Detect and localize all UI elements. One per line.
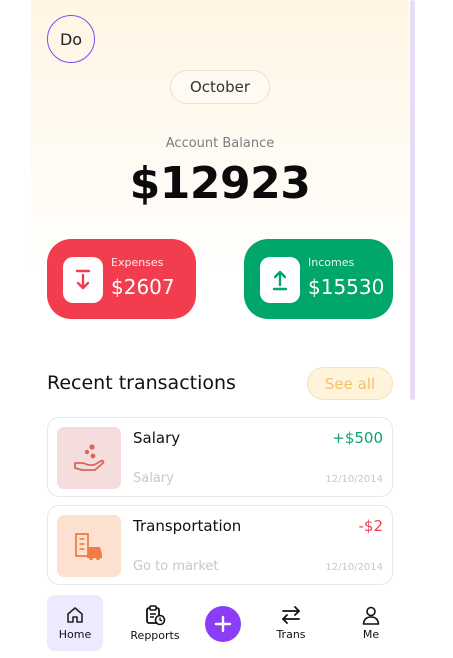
transaction-amount: +$500: [332, 429, 383, 447]
transaction-title: Transportation: [133, 517, 242, 535]
plus-icon: [214, 615, 232, 633]
arrow-up-icon: [260, 257, 300, 303]
expenses-label: Expenses: [111, 256, 164, 269]
scrollbar[interactable]: [410, 0, 415, 400]
avatar[interactable]: Do: [47, 15, 95, 63]
transaction-item[interactable]: Salary Salary +$500 12/10/2014: [47, 417, 393, 497]
incomes-card[interactable]: Incomes $15530: [244, 239, 393, 319]
expenses-value: $2607: [111, 275, 175, 299]
balance-value: $12923: [129, 158, 311, 209]
transaction-date: 12/10/2014: [325, 562, 383, 573]
incomes-label: Incomes: [308, 256, 355, 269]
bottom-tab-bar: Home Repports Trans Me: [31, 586, 409, 658]
see-all-label: See all: [324, 374, 376, 393]
transaction-subtitle: Salary: [133, 471, 174, 486]
incomes-value: $15530: [308, 275, 385, 299]
transaction-date: 12/10/2014: [325, 474, 383, 485]
month-label: October: [189, 78, 251, 96]
recent-transactions-title: Recent transactions: [47, 372, 236, 394]
tab-repports-label: Repports: [130, 629, 180, 642]
arrow-down-icon: [63, 257, 103, 303]
app-screen: Do October Account Balance $12923 Expens…: [31, 0, 409, 658]
add-transaction-button[interactable]: [205, 606, 241, 642]
swap-arrows-icon: [282, 606, 300, 624]
tab-me[interactable]: Me: [343, 595, 399, 651]
transaction-amount: -$2: [358, 517, 384, 535]
avatar-initials: Do: [59, 29, 83, 49]
tab-trans[interactable]: Trans: [263, 595, 319, 651]
car-building-icon: [57, 515, 121, 577]
tab-me-label: Me: [362, 628, 380, 641]
clipboard-clock-icon: [146, 605, 166, 626]
tab-trans-label: Trans: [276, 628, 306, 641]
expenses-card[interactable]: Expenses $2607: [47, 239, 196, 319]
tab-home[interactable]: Home: [47, 595, 103, 651]
user-icon: [362, 606, 380, 625]
hand-coins-icon: [57, 427, 121, 489]
transaction-subtitle: Go to market: [133, 559, 219, 574]
month-selector[interactable]: October: [170, 70, 270, 104]
home-icon: [67, 607, 83, 623]
see-all-button[interactable]: See all: [307, 367, 393, 400]
transaction-item[interactable]: Transportation Go to market -$2 12/10/20…: [47, 505, 393, 585]
balance-label: Account Balance: [165, 136, 275, 151]
transaction-title: Salary: [133, 429, 181, 447]
tab-repports[interactable]: Repports: [127, 595, 183, 651]
tab-home-label: Home: [58, 628, 92, 641]
